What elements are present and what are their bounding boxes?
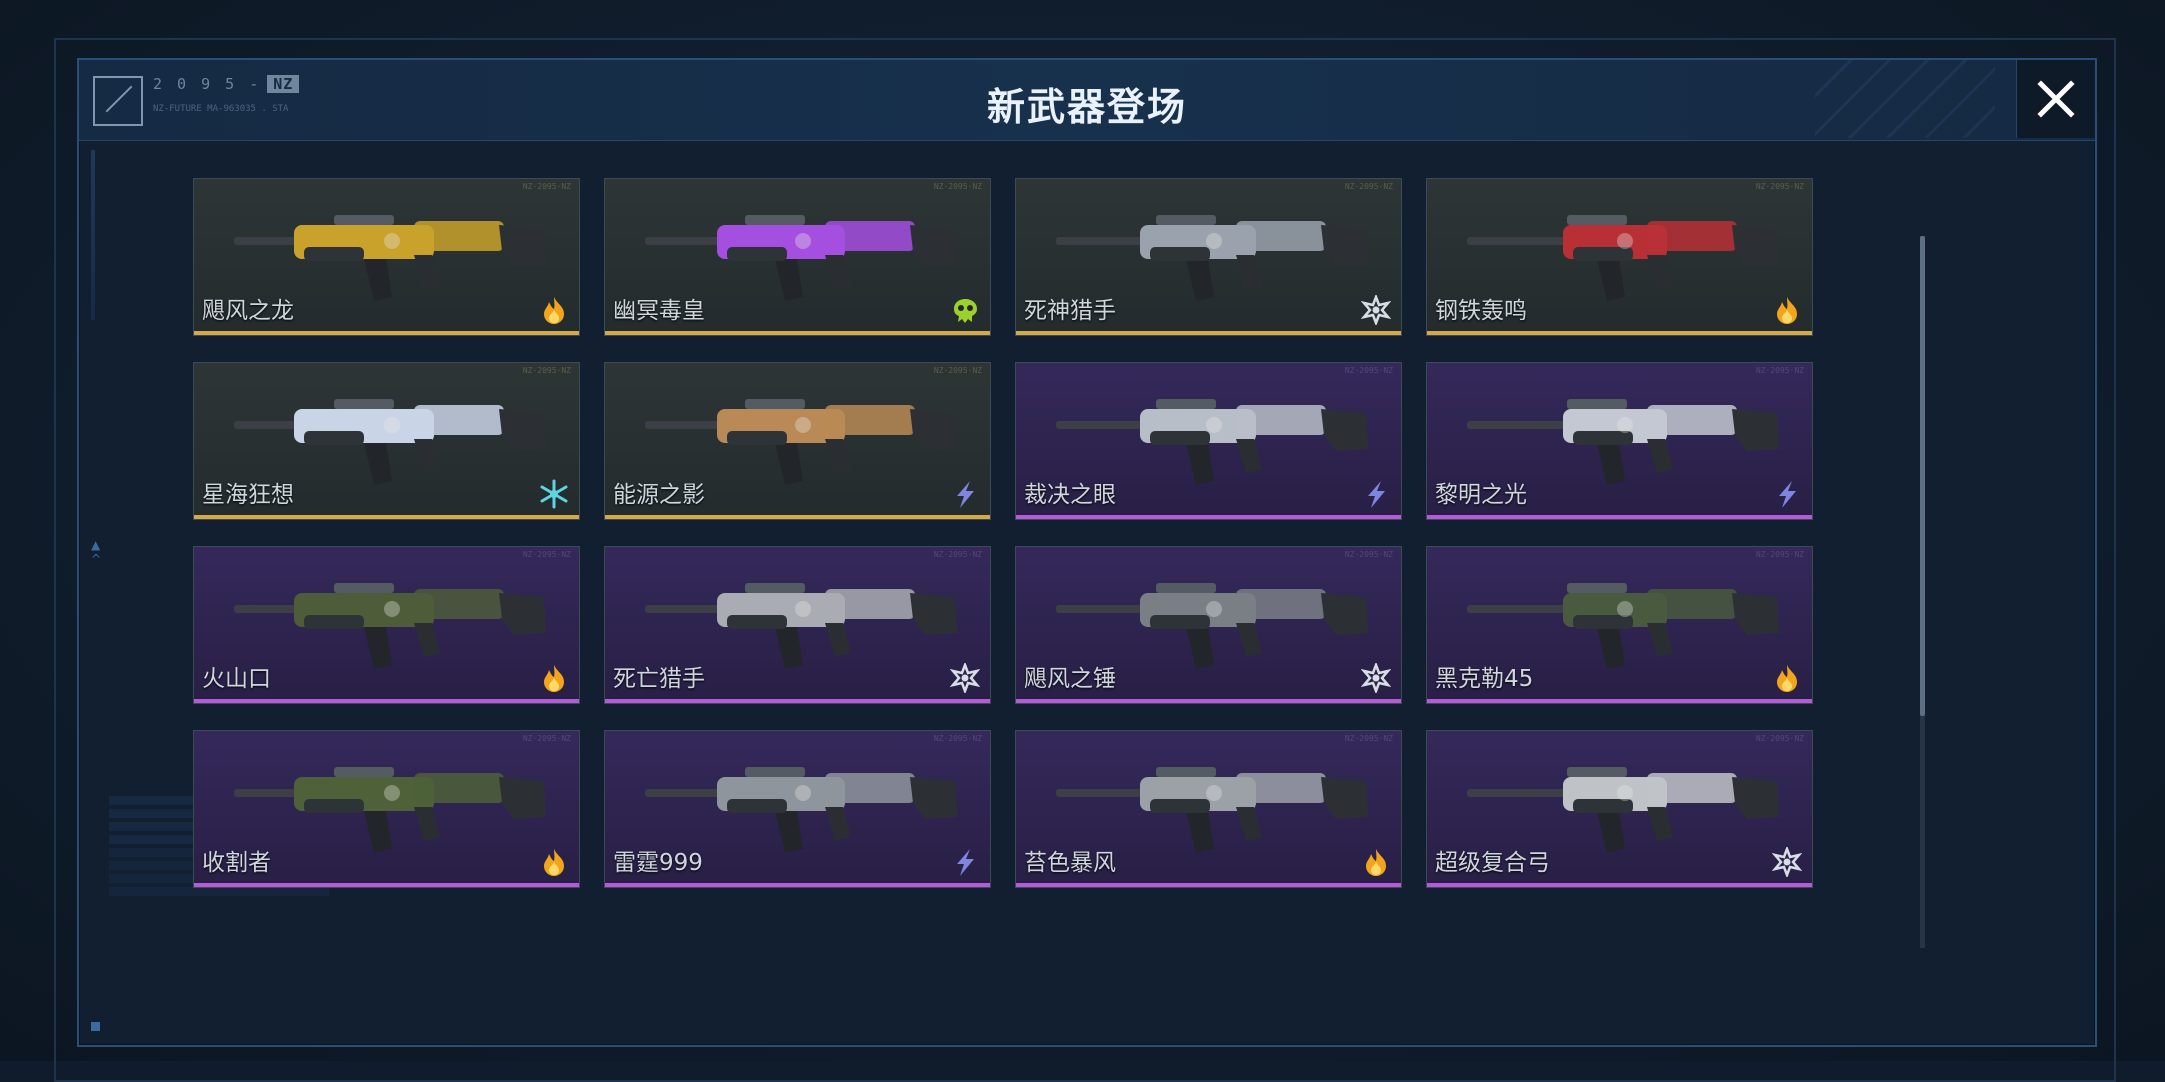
rarity-bar [605, 699, 990, 703]
fire-icon [544, 849, 564, 876]
dialog-title: 新武器登场 [986, 85, 1187, 129]
weapon-name: 飓风之龙 [202, 298, 294, 324]
left-decoration-bar [91, 150, 95, 320]
close-button[interactable] [2016, 60, 2095, 138]
weapon-name: 雷霆999 [613, 850, 703, 876]
rarity-bar [1427, 515, 1812, 519]
weapon-name: 飓风之锤 [1024, 666, 1116, 692]
rarity-bar [605, 883, 990, 887]
weapon-card[interactable]: NZ·2095·NZ 苔色暴风 [1015, 730, 1402, 888]
lightning-icon [1368, 481, 1385, 508]
weapon-name: 超级复合弓 [1435, 850, 1550, 876]
ice-icon [540, 479, 568, 509]
weapon-card[interactable]: NZ·2095·NZ 能源之影 [604, 362, 991, 520]
rarity-bar [1427, 699, 1812, 703]
weapon-name: 钢铁轰鸣 [1435, 298, 1527, 324]
weapon-name: 幽冥毒皇 [613, 298, 705, 324]
weapon-name: 收割者 [202, 850, 271, 876]
frost-icon [1361, 295, 1391, 325]
weapon-name: 能源之影 [613, 482, 705, 508]
rarity-bar [194, 331, 579, 335]
up-arrow-icon: ▲ ^ [91, 538, 102, 566]
weapon-name: 火山口 [202, 666, 271, 692]
weapon-card[interactable]: NZ·2095·NZ 火山口 [193, 546, 580, 704]
scrollbar-thumb[interactable] [1920, 236, 1925, 716]
weapon-name: 苔色暴风 [1024, 850, 1116, 876]
weapon-card[interactable]: NZ·2095·NZ 雷霆999 [604, 730, 991, 888]
weapon-card[interactable]: NZ·2095·NZ 裁决之眼 [1015, 362, 1402, 520]
rarity-bar [194, 515, 579, 519]
corner-marker [91, 1022, 100, 1031]
weapon-name: 死神猎手 [1024, 298, 1116, 324]
weapon-name: 黑克勒45 [1435, 666, 1534, 692]
frost-icon [950, 663, 980, 693]
weapon-name: 死亡猎手 [613, 666, 705, 692]
weapon-card[interactable]: NZ·2095·NZ 黑克勒45 [1426, 546, 1813, 704]
lightning-icon [957, 849, 974, 876]
weapon-name: 裁决之眼 [1024, 482, 1116, 508]
weapon-card[interactable]: NZ·2095·NZ 幽冥毒皇 [604, 178, 991, 336]
frost-icon [1772, 847, 1802, 877]
fire-icon [544, 297, 564, 324]
rarity-bar [194, 883, 579, 887]
weapon-card[interactable]: NZ·2095·NZ 超级复合弓 [1426, 730, 1813, 888]
weapon-card[interactable]: NZ·2095·NZ 收割者 [193, 730, 580, 888]
weapon-card[interactable]: NZ·2095·NZ 星海狂想 [193, 362, 580, 520]
rarity-bar [194, 699, 579, 703]
weapon-card[interactable]: NZ·2095·NZ 黎明之光 [1426, 362, 1813, 520]
rarity-bar [1016, 883, 1401, 887]
fire-icon [1777, 665, 1797, 692]
rarity-bar [1016, 699, 1401, 703]
weapon-name: 黎明之光 [1435, 482, 1527, 508]
lightning-icon [957, 481, 974, 508]
frost-icon [1361, 663, 1391, 693]
fire-icon [1366, 849, 1386, 876]
rarity-bar [1016, 515, 1401, 519]
weapon-card[interactable]: NZ·2095·NZ 飓风之龙 [193, 178, 580, 336]
weapon-card[interactable]: NZ·2095·NZ 钢铁轰鸣 [1426, 178, 1813, 336]
fire-icon [544, 665, 564, 692]
rarity-bar [1427, 883, 1812, 887]
lightning-icon [1779, 481, 1796, 508]
poison-icon [954, 299, 977, 323]
fire-icon [1777, 297, 1797, 324]
close-icon [2037, 80, 2075, 118]
weapon-card[interactable]: NZ·2095·NZ 飓风之锤 [1015, 546, 1402, 704]
weapon-card[interactable]: NZ·2095·NZ 死亡猎手 [604, 546, 991, 704]
dialog-header: 2 0 9 5 - NZ NZ-FUTURE MA-963035 . STA 新武… [79, 60, 2095, 141]
weapon-name: 星海狂想 [202, 482, 294, 508]
rarity-bar [605, 331, 990, 335]
rarity-bar [605, 515, 990, 519]
rarity-bar [1016, 331, 1401, 335]
rarity-bar [1427, 331, 1812, 335]
weapon-card[interactable]: NZ·2095·NZ 死神猎手 [1015, 178, 1402, 336]
weapon-grid: NZ·2095·NZ 飓风之龙 NZ·2095·NZ 幽冥毒皇 NZ·2095·NZ 死神… [193, 178, 1826, 944]
